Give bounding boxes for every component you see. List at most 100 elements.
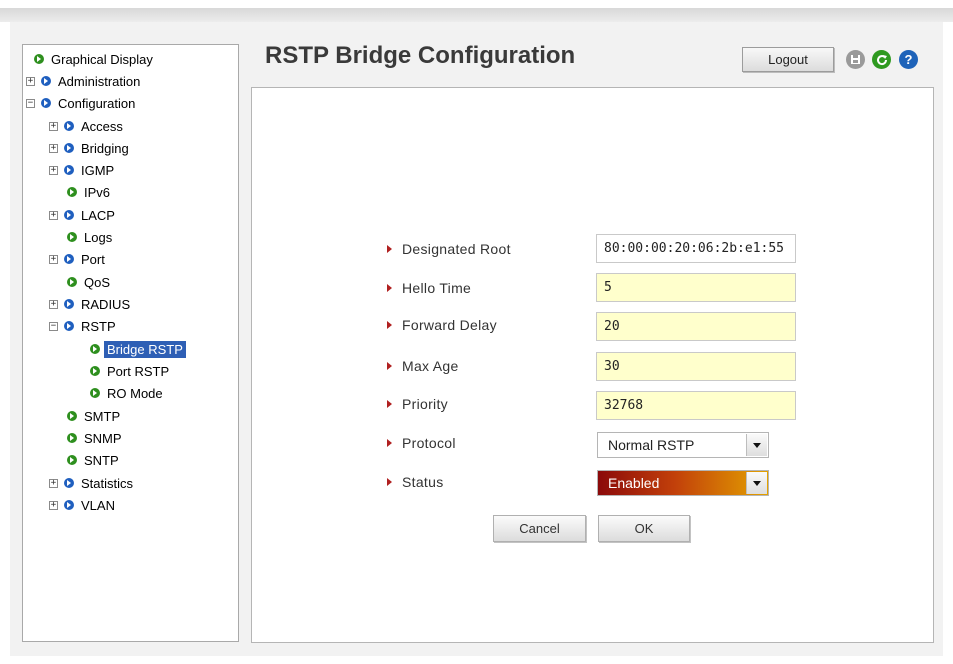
tree-item-label: Administration (58, 73, 141, 89)
tree-item-label: Statistics (81, 475, 134, 491)
tree-item-configuration[interactable]: − Configuration (26, 93, 138, 113)
protocol-select[interactable]: Normal RSTP (597, 432, 769, 458)
green-arrow-icon (67, 232, 77, 242)
tree-item-label: RO Mode (107, 385, 163, 401)
tree-item-sntp[interactable]: SNTP (67, 450, 122, 470)
tree-item-label: Logs (84, 229, 113, 245)
expand-icon[interactable]: + (49, 121, 58, 131)
tree-item-logs[interactable]: Logs (67, 227, 115, 247)
expand-icon[interactable]: + (49, 254, 58, 264)
expand-icon[interactable]: + (49, 165, 58, 175)
blue-arrow-icon (64, 143, 74, 153)
tree-item-vlan[interactable]: + VLAN (49, 495, 118, 515)
bullet-arrow-icon (387, 439, 392, 447)
help-icon[interactable]: ? (899, 50, 918, 69)
tree-item-lacp[interactable]: + LACP (49, 205, 118, 225)
chevron-down-icon[interactable] (746, 434, 767, 456)
priority-label: Priority (402, 396, 448, 412)
protocol-row: Protocol (387, 431, 456, 455)
tree-item-label: Configuration (58, 95, 136, 111)
blue-arrow-icon (41, 76, 51, 86)
forward-delay-row: Forward Delay (387, 313, 497, 337)
expand-icon[interactable]: + (49, 210, 58, 220)
tree-item-port-rstp[interactable]: Port RSTP (90, 361, 172, 381)
tree-item-label: SNTP (84, 452, 119, 468)
logout-button[interactable]: Logout (742, 47, 834, 72)
expand-icon[interactable]: + (26, 76, 35, 86)
tree-item-ipv6[interactable]: IPv6 (67, 182, 113, 202)
blue-arrow-icon (64, 121, 74, 131)
bullet-arrow-icon (387, 362, 392, 370)
tree-item-snmp[interactable]: SNMP (67, 428, 125, 448)
priority-row: Priority (387, 392, 448, 416)
tree-item-administration[interactable]: + Administration (26, 71, 143, 91)
tree-item-label: QoS (84, 274, 111, 290)
blue-arrow-icon (64, 254, 74, 264)
refresh-icon[interactable] (872, 50, 891, 69)
expand-icon[interactable]: + (49, 143, 58, 153)
tree-item-bridge-rstp[interactable]: Bridge RSTP (90, 339, 186, 359)
blue-arrow-icon (64, 321, 74, 331)
tree-item-igmp[interactable]: + IGMP (49, 160, 117, 180)
page-title: RSTP Bridge Configuration (265, 42, 576, 69)
tree-item-bridging[interactable]: + Bridging (49, 138, 132, 158)
tree-item-ro-mode[interactable]: RO Mode (90, 383, 166, 403)
tree-item-label: Bridge RSTP (104, 340, 186, 358)
green-arrow-icon (67, 433, 77, 443)
tree-item-label: IPv6 (84, 184, 111, 200)
tree-item-label: Access (81, 118, 123, 134)
hello-time-row: Hello Time (387, 276, 471, 300)
content-panel (251, 87, 934, 643)
bullet-arrow-icon (387, 478, 392, 486)
tree-item-rstp[interactable]: − RSTP (49, 316, 119, 336)
tree-item-graphical-display[interactable]: Graphical Display (34, 49, 156, 69)
tree-item-radius[interactable]: + RADIUS (49, 294, 133, 314)
bullet-arrow-icon (387, 400, 392, 408)
tree-item-label: SMTP (84, 408, 121, 424)
tree-item-access[interactable]: + Access (49, 116, 126, 136)
green-arrow-icon (90, 344, 100, 354)
tree-item-qos[interactable]: QoS (67, 272, 113, 292)
green-arrow-icon (67, 411, 77, 421)
blue-arrow-icon (64, 478, 74, 488)
max-age-field[interactable] (596, 352, 796, 381)
green-arrow-icon (67, 187, 77, 197)
top-bar (0, 8, 953, 22)
blue-arrow-icon (64, 299, 74, 309)
tree-item-label: RSTP (81, 318, 116, 334)
max-age-label: Max Age (402, 358, 459, 374)
hello-time-field[interactable] (596, 273, 796, 302)
tree-item-label: Port RSTP (107, 363, 170, 379)
tree-item-label: Bridging (81, 140, 129, 156)
expand-icon[interactable]: + (49, 299, 58, 309)
blue-arrow-icon (64, 210, 74, 220)
collapse-icon[interactable]: − (49, 321, 58, 331)
max-age-row: Max Age (387, 354, 459, 378)
expand-icon[interactable]: + (49, 478, 58, 488)
tree-item-statistics[interactable]: + Statistics (49, 473, 136, 493)
tree-item-label: Graphical Display (51, 51, 153, 67)
status-label: Status (402, 474, 444, 490)
bullet-arrow-icon (387, 284, 392, 292)
status-select-value: Enabled (608, 475, 660, 491)
tree-item-label: SNMP (84, 430, 122, 446)
blue-arrow-icon (64, 500, 74, 510)
green-arrow-icon (34, 54, 44, 64)
ok-button[interactable]: OK (598, 515, 690, 542)
priority-field[interactable] (596, 391, 796, 420)
tree-item-smtp[interactable]: SMTP (67, 406, 123, 426)
blue-arrow-icon (41, 98, 51, 108)
save-icon[interactable] (846, 50, 865, 69)
designated-root-field[interactable] (596, 234, 796, 263)
tree-item-port[interactable]: + Port (49, 249, 108, 269)
chevron-down-icon[interactable] (746, 472, 767, 494)
green-arrow-icon (67, 277, 77, 287)
status-select[interactable]: Enabled (597, 470, 769, 496)
bullet-arrow-icon (387, 245, 392, 253)
collapse-icon[interactable]: − (26, 98, 35, 108)
designated-root-row: Designated Root (387, 237, 511, 261)
cancel-button[interactable]: Cancel (493, 515, 586, 542)
blue-arrow-icon (64, 165, 74, 175)
forward-delay-field[interactable] (596, 312, 796, 341)
expand-icon[interactable]: + (49, 500, 58, 510)
